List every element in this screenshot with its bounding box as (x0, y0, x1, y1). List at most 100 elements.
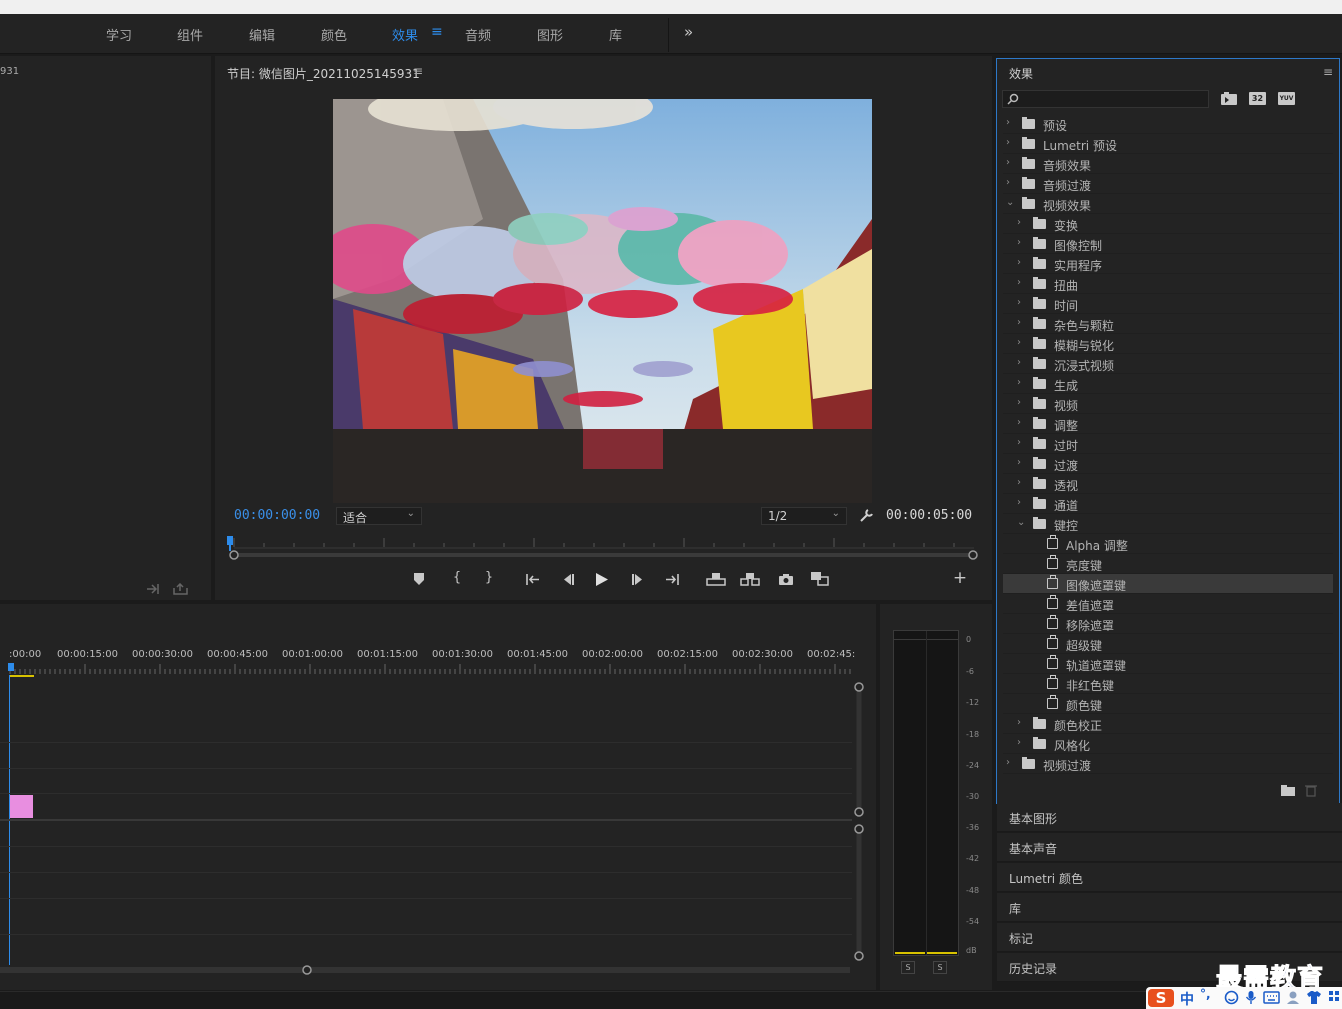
effects-folder[interactable]: › 音频过渡 (1003, 174, 1333, 194)
accelerated-effects-icon[interactable] (1221, 92, 1237, 106)
yuv-effects-filter[interactable]: YUV (1278, 92, 1295, 105)
effects-folder[interactable]: ⌄ 视频效果 (1003, 194, 1333, 214)
comparison-view-icon[interactable] (810, 571, 830, 587)
effects-folder[interactable]: › 视频 (1003, 394, 1333, 414)
chevron-right-icon[interactable]: › (1006, 117, 1010, 128)
chevron-right-icon[interactable]: › (1017, 297, 1021, 308)
effects-folder[interactable]: › 时间 (1003, 294, 1333, 314)
step-back-icon[interactable] (561, 573, 575, 586)
panel-lumetri-color[interactable]: Lumetri 颜色 (997, 863, 1342, 892)
current-timecode[interactable]: 00:00:00:00 (234, 508, 320, 523)
chevron-right-icon[interactable]: › (1017, 397, 1021, 408)
lift-icon[interactable] (706, 572, 726, 586)
keyboard-icon[interactable] (1263, 991, 1280, 1004)
effect-item[interactable]: 图像遮罩键 (1003, 574, 1333, 594)
effect-item[interactable]: 超级键 (1003, 634, 1333, 654)
workspace-menu-icon[interactable]: ≡ (431, 24, 443, 40)
zoom-handle-right[interactable] (968, 550, 978, 560)
play-icon[interactable] (595, 572, 609, 587)
chevron-right-icon[interactable]: › (1017, 337, 1021, 348)
chevron-right-icon[interactable]: › (1017, 737, 1021, 748)
chevron-right-icon[interactable]: › (1006, 177, 1010, 188)
effects-folder[interactable]: › 颜色校正 (1003, 714, 1333, 734)
insert-icon[interactable] (146, 583, 162, 595)
program-panel-menu-icon[interactable]: ≡ (413, 64, 423, 78)
effects-folder[interactable]: › 过时 (1003, 434, 1333, 454)
effects-folder[interactable]: › 模糊与锐化 (1003, 334, 1333, 354)
effects-folder[interactable]: › 音频效果 (1003, 154, 1333, 174)
timeline-vertical-scrollbars[interactable] (850, 680, 868, 964)
workspace-tab-assembly[interactable]: 组件 (177, 25, 203, 44)
playhead-marker[interactable] (227, 536, 233, 545)
effects-search-input[interactable] (1002, 90, 1209, 108)
fit-select[interactable]: 适合 ⌄ (336, 507, 422, 525)
timeline-clip[interactable] (10, 795, 33, 818)
chevron-right-icon[interactable]: › (1017, 237, 1021, 248)
timeline-playhead-head[interactable] (8, 663, 14, 671)
effect-item[interactable]: 颜色键 (1003, 694, 1333, 714)
workspace-tab-editing[interactable]: 编辑 (249, 25, 275, 44)
button-editor-add-icon[interactable]: + (950, 568, 970, 588)
solo-left-button[interactable]: S (901, 961, 915, 974)
chevron-right-icon[interactable]: › (1006, 137, 1010, 148)
effects-folder[interactable]: › 图像控制 (1003, 234, 1333, 254)
workspace-tab-audio[interactable]: 音频 (465, 25, 491, 44)
timeline-zoom-scrollbar[interactable] (0, 963, 856, 977)
workspace-tab-color[interactable]: 颜色 (321, 25, 347, 44)
effects-folder[interactable]: › 过渡 (1003, 454, 1333, 474)
panel-markers[interactable]: 标记 (997, 923, 1342, 952)
ime-punctuation-toggle[interactable]: °, (1200, 987, 1211, 1001)
panel-essential-graphics[interactable]: 基本图形 (997, 803, 1342, 832)
ime-language-toggle[interactable]: 中 (1180, 989, 1194, 1009)
program-time-ruler[interactable] (222, 534, 982, 562)
mark-out-icon[interactable]: } (479, 570, 499, 585)
microphone-icon[interactable] (1245, 990, 1257, 1005)
effects-folder[interactable]: › 预设 (1003, 114, 1333, 134)
effects-folder[interactable]: › 杂色与颗粒 (1003, 314, 1333, 334)
mark-in-icon[interactable]: { (447, 570, 467, 585)
zoom-handle-left[interactable] (229, 550, 239, 560)
effects-folder[interactable]: › 实用程序 (1003, 254, 1333, 274)
sogou-logo-icon[interactable]: S (1148, 989, 1174, 1007)
export-frame-icon[interactable] (173, 583, 189, 595)
tshirt-icon[interactable] (1306, 990, 1322, 1005)
chevron-right-icon[interactable]: › (1017, 477, 1021, 488)
chevron-right-icon[interactable]: › (1017, 497, 1021, 508)
effect-item[interactable]: 轨道遮罩键 (1003, 654, 1333, 674)
effects-folder[interactable]: › 透视 (1003, 474, 1333, 494)
chevron-right-icon[interactable]: › (1017, 717, 1021, 728)
chevron-right-icon[interactable]: › (1017, 377, 1021, 388)
chevron-right-icon[interactable]: › (1017, 417, 1021, 428)
go-to-out-icon[interactable] (664, 573, 680, 586)
effects-folder[interactable]: ⌄ 键控 (1003, 514, 1333, 534)
chevron-right-icon[interactable]: › (1006, 157, 1010, 168)
chevron-right-icon[interactable]: › (1017, 357, 1021, 368)
effect-item[interactable]: 差值遮罩 (1003, 594, 1333, 614)
effect-item[interactable]: Alpha 调整 (1003, 534, 1333, 554)
solo-right-button[interactable]: S (933, 961, 947, 974)
effects-folder[interactable]: › 生成 (1003, 374, 1333, 394)
workspace-tab-learn[interactable]: 学习 (106, 25, 132, 44)
go-to-in-icon[interactable] (525, 573, 541, 586)
effects-folder[interactable]: › 扭曲 (1003, 274, 1333, 294)
32bit-effects-filter[interactable]: 32 (1249, 92, 1266, 105)
effects-folder[interactable]: › 沉浸式视频 (1003, 354, 1333, 374)
emoji-icon[interactable] (1224, 990, 1239, 1005)
chevron-down-icon[interactable]: ⌄ (1017, 517, 1025, 528)
chevron-right-icon[interactable]: › (1017, 437, 1021, 448)
effect-item[interactable]: 移除遮罩 (1003, 614, 1333, 634)
chevron-right-icon[interactable]: › (1006, 757, 1010, 768)
step-forward-icon[interactable] (631, 573, 645, 586)
export-frame-camera-icon[interactable] (778, 573, 794, 586)
new-bin-icon[interactable] (1281, 785, 1295, 796)
effect-item[interactable]: 非红色键 (1003, 674, 1333, 694)
chevron-right-icon[interactable]: › (1017, 457, 1021, 468)
panel-essential-sound[interactable]: 基本声音 (997, 833, 1342, 862)
delete-icon[interactable] (1305, 784, 1317, 797)
effects-panel-menu-icon[interactable]: ≡ (1323, 65, 1333, 79)
workspace-tab-graphics[interactable]: 图形 (537, 25, 563, 44)
effects-folder[interactable]: › 风格化 (1003, 734, 1333, 754)
resolution-select[interactable]: 1/2 ⌄ (761, 507, 847, 525)
workspace-tab-effects[interactable]: 效果 (392, 25, 418, 44)
chevron-down-icon[interactable]: ⌄ (1006, 197, 1014, 208)
